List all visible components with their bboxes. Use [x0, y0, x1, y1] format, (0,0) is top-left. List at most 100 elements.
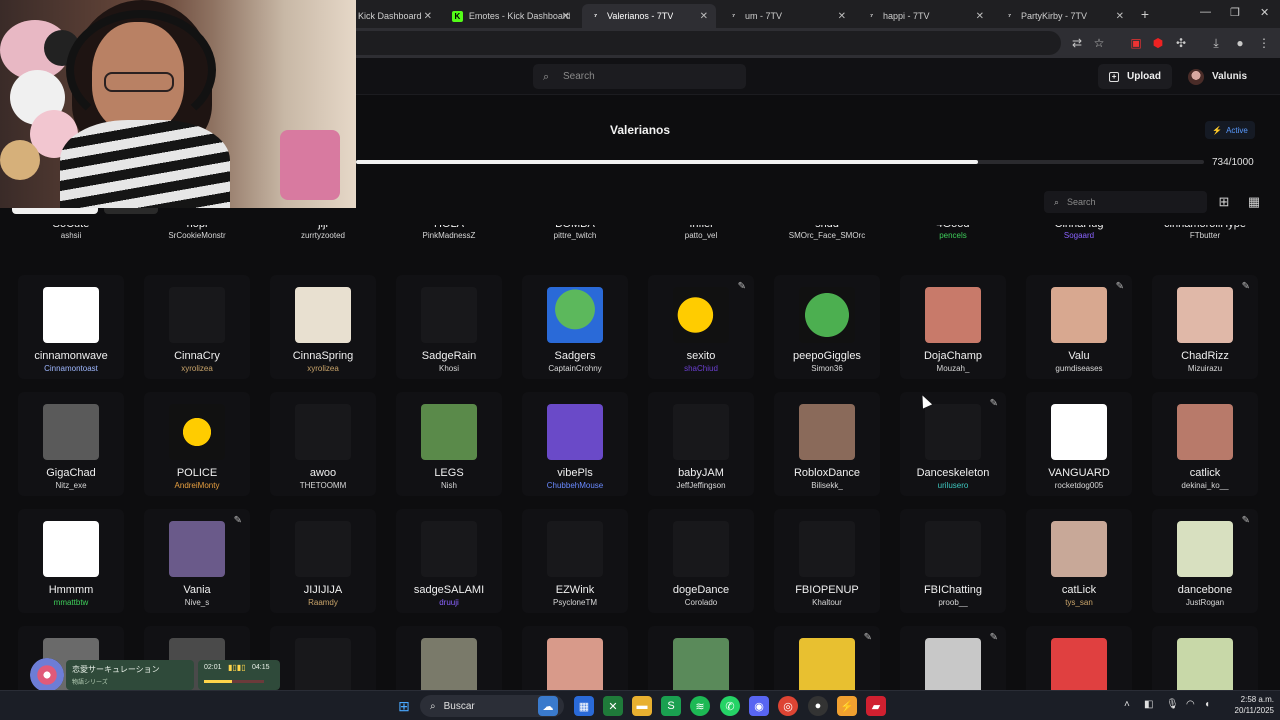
emote-card[interactable]: dancebone JustRogan ✎ — [1152, 509, 1258, 613]
download-icon[interactable]: ⤓ — [1208, 35, 1224, 51]
emote-card[interactable]: Sadgers CaptainCrohny — [522, 275, 628, 379]
tray-app-icon[interactable]: ◧ — [1144, 699, 1153, 710]
emote-card[interactable]: nopiSrCookieMonstr — [144, 225, 250, 247]
emote-card[interactable]: FBIChatting proob__ — [900, 509, 1006, 613]
emote-card[interactable]: ✎ — [774, 626, 880, 690]
emote-card[interactable] — [522, 626, 628, 690]
menu-dots-icon[interactable]: ⋮ — [1256, 35, 1272, 51]
maximize-icon[interactable]: ❐ — [1230, 6, 1240, 19]
excel-icon[interactable]: ✕ — [603, 696, 623, 716]
emote-card[interactable]: ChadRizz Mizuirazu ✎ — [1152, 275, 1258, 379]
app-flame-icon[interactable]: ⚡ — [837, 696, 857, 716]
tab-partykirby-7tv[interactable]: ⁷ PartyKirby - 7TV ✕ — [996, 4, 1132, 28]
bookmark-star-icon[interactable]: ☆ — [1091, 35, 1107, 51]
app-red-icon[interactable]: ▰ — [866, 696, 886, 716]
emote-card[interactable]: SoCuteashsii — [18, 225, 124, 247]
emote-card[interactable]: sexito shaChiud ✎ — [648, 275, 754, 379]
emote-card[interactable]: FBIOPENUP Khaltour — [774, 509, 880, 613]
emote-card[interactable]: CinnaCry xyrolizea — [144, 275, 250, 379]
grid-view-small-icon[interactable]: ▦ — [1245, 193, 1263, 211]
adblock-icon[interactable]: ⬢ — [1150, 35, 1166, 51]
emote-card[interactable]: peepoGiggles Simon36 — [774, 275, 880, 379]
emote-card[interactable]: HOLAPinkMadnessZ — [396, 225, 502, 247]
emote-card[interactable]: Hmmmm mmattbtw — [18, 509, 124, 613]
obs-icon[interactable]: ● — [808, 696, 828, 716]
emote-card[interactable]: shddSMOrc_Face_SMOrc — [774, 225, 880, 247]
site-search-input[interactable]: ⌕ Search — [533, 64, 746, 89]
extensions-puzzle-icon[interactable]: ✣ — [1173, 35, 1189, 51]
emote-card[interactable]: cinnamorollHypeFTbutter — [1152, 225, 1258, 247]
close-tab-icon[interactable]: ✕ — [976, 11, 984, 22]
emote-card[interactable]: Infielpatto_vel — [648, 225, 754, 247]
emote-card[interactable]: LEGS Nish — [396, 392, 502, 496]
tab-happi-7tv[interactable]: ⁷ happi - 7TV ✕ — [858, 4, 992, 28]
edit-pencil-icon[interactable]: ✎ — [990, 398, 998, 409]
emote-card[interactable]: catlick dekinai_ko__ — [1152, 392, 1258, 496]
tab-kick-dashboard[interactable]: Kick Dashboard ✕ — [350, 4, 440, 28]
emote-card[interactable]: GigaChad Nitz_exe — [18, 392, 124, 496]
emote-card[interactable]: JIJIJIJA Raamdy — [270, 509, 376, 613]
calculator-icon[interactable]: ▦ — [574, 696, 594, 716]
emote-card[interactable]: dogeDance Corolado — [648, 509, 754, 613]
edit-pencil-icon[interactable]: ✎ — [738, 281, 746, 292]
emote-card[interactable] — [1152, 626, 1258, 690]
close-tab-icon[interactable]: ✕ — [700, 11, 708, 22]
emote-card[interactable]: Danceskeleton urilusero ✎ — [900, 392, 1006, 496]
emote-card[interactable] — [648, 626, 754, 690]
emote-card[interactable]: SadgeRain Khosi — [396, 275, 502, 379]
emote-card[interactable]: sadgeSALAMI druuji — [396, 509, 502, 613]
emote-card[interactable]: awoo THETOOMM — [270, 392, 376, 496]
edit-pencil-icon[interactable]: ✎ — [1242, 281, 1250, 292]
emote-card[interactable]: DojaChamp Mouzah_ — [900, 275, 1006, 379]
url-field[interactable] — [356, 31, 1061, 55]
emote-card[interactable]: POLICE AndreiMonty — [144, 392, 250, 496]
tab-valerianos-7tv[interactable]: ⁷ Valerianos - 7TV ✕ — [582, 4, 716, 28]
emote-card[interactable]: Vania Nive_s ✎ — [144, 509, 250, 613]
emote-card[interactable]: 4Goodpencels — [900, 225, 1006, 247]
upload-button[interactable]: + Upload — [1098, 64, 1172, 89]
tab-emotes-kick-dashboard[interactable]: K Emotes - Kick Dashboard ✕ — [444, 4, 578, 28]
emote-card[interactable]: cinnamonwave Cinnamontoast — [18, 275, 124, 379]
volume-icon[interactable]: ◖ — [1204, 699, 1210, 710]
tab-um-7tv[interactable]: ⁷ um - 7TV ✕ — [720, 4, 854, 28]
close-tab-icon[interactable]: ✕ — [424, 11, 432, 22]
file-explorer-icon[interactable]: ▬ — [632, 696, 652, 716]
chrome-icon[interactable]: ◎ — [778, 696, 798, 716]
emote-card[interactable]: jijizurrtyzooted — [270, 225, 376, 247]
discord-icon[interactable]: ◉ — [749, 696, 769, 716]
edit-pencil-icon[interactable]: ✎ — [990, 632, 998, 643]
edit-pencil-icon[interactable]: ✎ — [1242, 515, 1250, 526]
translate-icon[interactable]: ⇄ — [1069, 35, 1085, 51]
system-clock[interactable]: 2:58 a.m. 20/11/2025 — [1226, 694, 1274, 716]
wifi-icon[interactable]: ◠ — [1186, 699, 1195, 710]
emote-card[interactable] — [270, 626, 376, 690]
windows-start-icon[interactable]: ⊞ — [394, 696, 414, 716]
edit-pencil-icon[interactable]: ✎ — [1116, 281, 1124, 292]
microphone-icon[interactable]: 🎙 — [1166, 699, 1179, 710]
emote-card[interactable]: CinnaHugSogaard — [1026, 225, 1132, 247]
minimize-icon[interactable]: — — [1200, 6, 1211, 18]
grid-view-large-icon[interactable]: ⊞ — [1215, 193, 1233, 211]
emote-card[interactable]: BOMBApittre_twitch — [522, 225, 628, 247]
tray-chevron-icon[interactable]: ˄ — [1124, 699, 1130, 710]
whatsapp-icon[interactable]: ✆ — [720, 696, 740, 716]
extension-icon[interactable]: ▣ — [1128, 35, 1144, 51]
edit-pencil-icon[interactable]: ✎ — [864, 632, 872, 643]
user-menu[interactable]: Valunis — [1188, 64, 1247, 89]
close-tab-icon[interactable]: ✕ — [562, 11, 570, 22]
close-window-icon[interactable]: ✕ — [1260, 6, 1269, 19]
emote-card[interactable]: babyJAM JeffJeffingson — [648, 392, 754, 496]
new-tab-icon[interactable]: + — [1137, 6, 1153, 22]
emote-card[interactable] — [1026, 626, 1132, 690]
emote-card[interactable] — [396, 626, 502, 690]
emote-card[interactable]: catLick tys_san — [1026, 509, 1132, 613]
emote-search-input[interactable]: ⌕ Search — [1044, 191, 1207, 213]
emote-card[interactable]: EZWink PsycloneTM — [522, 509, 628, 613]
app-s-icon[interactable]: S — [661, 696, 681, 716]
emote-card[interactable]: vibePls ChubbehMouse — [522, 392, 628, 496]
weather-widget-icon[interactable]: ☁ — [538, 696, 558, 716]
emote-card[interactable]: VANGUARD rocketdog005 — [1026, 392, 1132, 496]
edit-pencil-icon[interactable]: ✎ — [234, 515, 242, 526]
profile-icon[interactable]: ● — [1232, 35, 1248, 51]
emote-card[interactable]: RobloxDance Bilisekk_ — [774, 392, 880, 496]
